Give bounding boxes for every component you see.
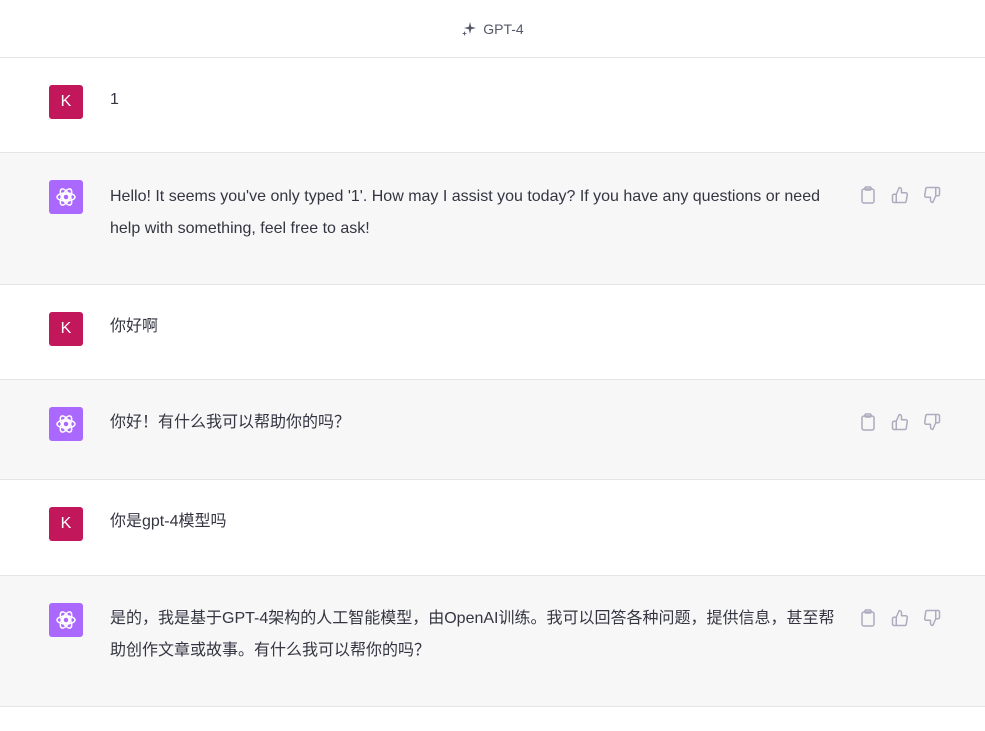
assistant-message-text: 是的，我是基于GPT-4架构的人工智能模型，由OpenAI训练。我可以回答各种问… [110, 610, 835, 659]
sparkle-icon [462, 21, 477, 36]
copy-icon[interactable] [858, 608, 878, 628]
assistant-message-row: 是的，我是基于GPT-4架构的人工智能模型，由OpenAI训练。我可以回答各种问… [0, 576, 985, 707]
user-message-text: 1 [110, 91, 119, 108]
copy-icon[interactable] [858, 412, 878, 432]
model-label: GPT-4 [483, 20, 524, 37]
user-message-row: K 你是gpt-4模型吗 [0, 480, 985, 576]
user-message-row: K 1 [0, 58, 985, 153]
thumbs-down-icon[interactable] [922, 412, 942, 432]
openai-logo-icon [49, 180, 83, 214]
openai-logo-icon [49, 603, 83, 637]
avatar-letter: K [60, 515, 72, 532]
assistant-message-text: 你好！有什么我可以帮助你的吗？ [110, 414, 351, 431]
avatar-letter: K [60, 320, 72, 337]
openai-logo-icon [49, 407, 83, 441]
model-header[interactable]: GPT-4 [0, 0, 985, 58]
thumbs-up-icon[interactable] [890, 608, 910, 628]
copy-icon[interactable] [858, 185, 878, 205]
assistant-message-text: Hello! It seems you've only typed '1'. H… [110, 188, 820, 237]
assistant-message-row: 你好！有什么我可以帮助你的吗？ [0, 380, 985, 480]
message-actions [858, 608, 942, 628]
message-actions [858, 412, 942, 432]
user-avatar: K [49, 507, 83, 541]
user-message-row: K 你好啊 [0, 285, 985, 380]
user-avatar: K [49, 85, 83, 119]
user-avatar: K [49, 312, 83, 346]
avatar-letter: K [60, 93, 72, 110]
thumbs-down-icon[interactable] [922, 608, 942, 628]
user-message-text: 你好啊 [110, 318, 159, 335]
thumbs-up-icon[interactable] [890, 412, 910, 432]
thumbs-down-icon[interactable] [922, 185, 942, 205]
message-actions [858, 185, 942, 205]
user-message-text: 你是gpt-4模型吗 [110, 513, 227, 530]
thumbs-up-icon[interactable] [890, 185, 910, 205]
assistant-message-row: Hello! It seems you've only typed '1'. H… [0, 153, 985, 285]
